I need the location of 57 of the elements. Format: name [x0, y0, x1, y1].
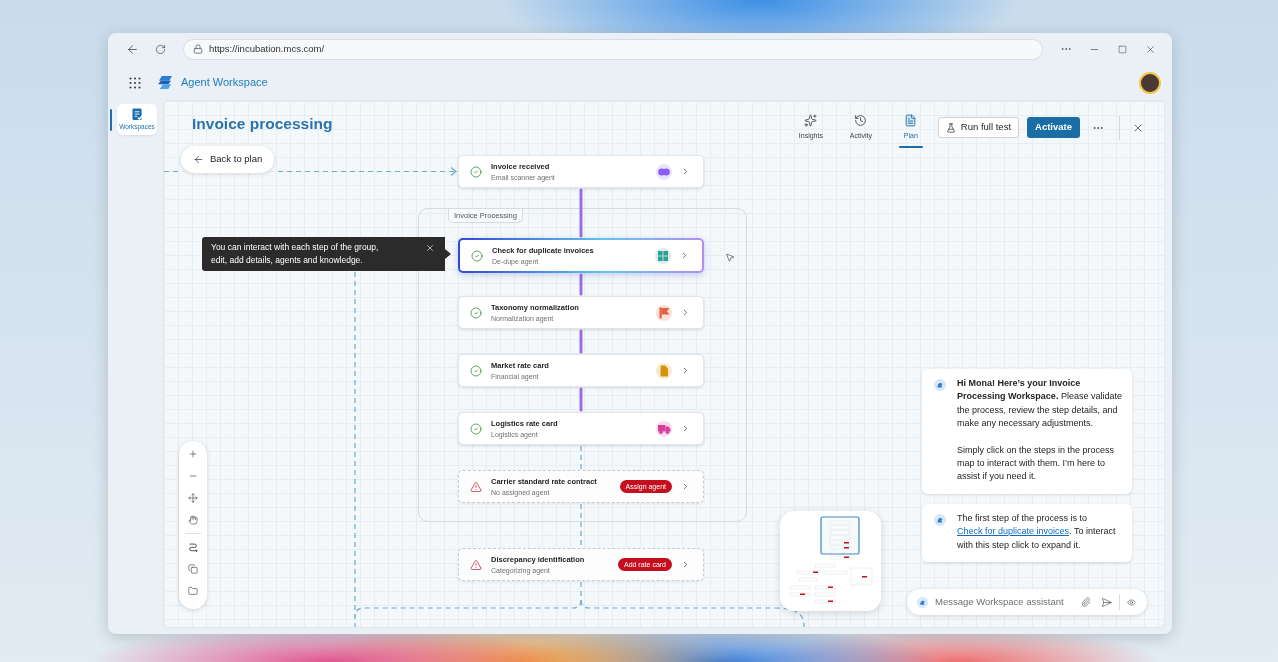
document-icon — [904, 114, 918, 127]
chevron-right-icon — [680, 251, 689, 260]
back-arrow-icon — [125, 42, 139, 56]
move-icon — [188, 493, 198, 503]
chevron-right-icon — [681, 167, 690, 176]
tooltip-text: You can interact with each step of the group, edit, add details, agents and knowledge. — [211, 241, 380, 267]
app-title: Agent Workspace — [181, 75, 268, 91]
chevron-right-icon — [681, 308, 690, 317]
assistant-icon — [934, 513, 946, 526]
connector-line — [579, 387, 583, 412]
app-grid-icon — [129, 76, 141, 89]
close-icon — [1144, 43, 1156, 55]
assistant-icon — [934, 378, 946, 391]
assistant-icon — [917, 596, 928, 608]
chevron-right-icon — [681, 482, 690, 491]
connector-line — [579, 273, 583, 296]
chevron-right-icon — [681, 560, 690, 569]
chat-message-text: Hi Mona! Here’s your Invoice Processing Workspace. Please validate the process, review the step details, and make any necessary adjustments. — [957, 376, 1122, 431]
plus-icon — [188, 449, 198, 459]
activate-button[interactable]: Activate — [1027, 117, 1080, 138]
refresh-icon — [154, 43, 166, 55]
dashed-connector — [580, 503, 582, 548]
connector-line — [579, 329, 583, 354]
page-title: Invoice processing — [192, 114, 333, 134]
url-text: https://incubation.mcs.com/ — [209, 41, 325, 56]
message-input[interactable]: Message Workspace assistant — [935, 594, 1078, 610]
history-icon — [854, 114, 868, 127]
back-to-plan-button[interactable]: Back to plan — [181, 146, 275, 173]
checklist-icon — [131, 108, 143, 121]
message-field[interactable]: Message Workspace assistant — [907, 589, 1147, 615]
flask-icon — [945, 122, 956, 133]
folder-icon — [188, 586, 198, 596]
dashed-connector — [164, 170, 181, 173]
chevron-right-icon — [681, 424, 690, 433]
logo-icon — [158, 76, 173, 89]
user-avatar — [1139, 71, 1161, 94]
lock-icon — [193, 44, 203, 54]
send-icon — [1100, 596, 1112, 608]
hand-icon — [188, 515, 198, 525]
maximize-icon — [1117, 44, 1127, 54]
eye-icon — [1126, 597, 1136, 607]
mouse-cursor-icon — [725, 252, 735, 263]
chevron-right-icon — [681, 366, 690, 375]
connector-icon — [188, 542, 198, 552]
close-icon — [425, 243, 435, 253]
paperclip-icon — [1081, 597, 1091, 607]
copy-icon — [188, 564, 198, 574]
dashed-connector — [580, 445, 582, 470]
back-arrow-icon — [193, 154, 204, 165]
address-bar[interactable]: https://incubation.mcs.com/ — [183, 38, 1043, 60]
close-button[interactable] — [424, 242, 436, 254]
run-test-button[interactable]: Run full test — [937, 117, 1020, 138]
chat-message-text: The first step of the process is to Check for duplicate invoices. To interact with this step click to expand it. — [957, 511, 1117, 552]
connector-line — [579, 188, 583, 238]
close-icon — [1132, 122, 1144, 134]
chat-message-text: Simply click on the steps in the process map to interact with them. I’m here to assist if you need it. — [957, 443, 1116, 484]
sparkle-icon — [804, 114, 818, 127]
